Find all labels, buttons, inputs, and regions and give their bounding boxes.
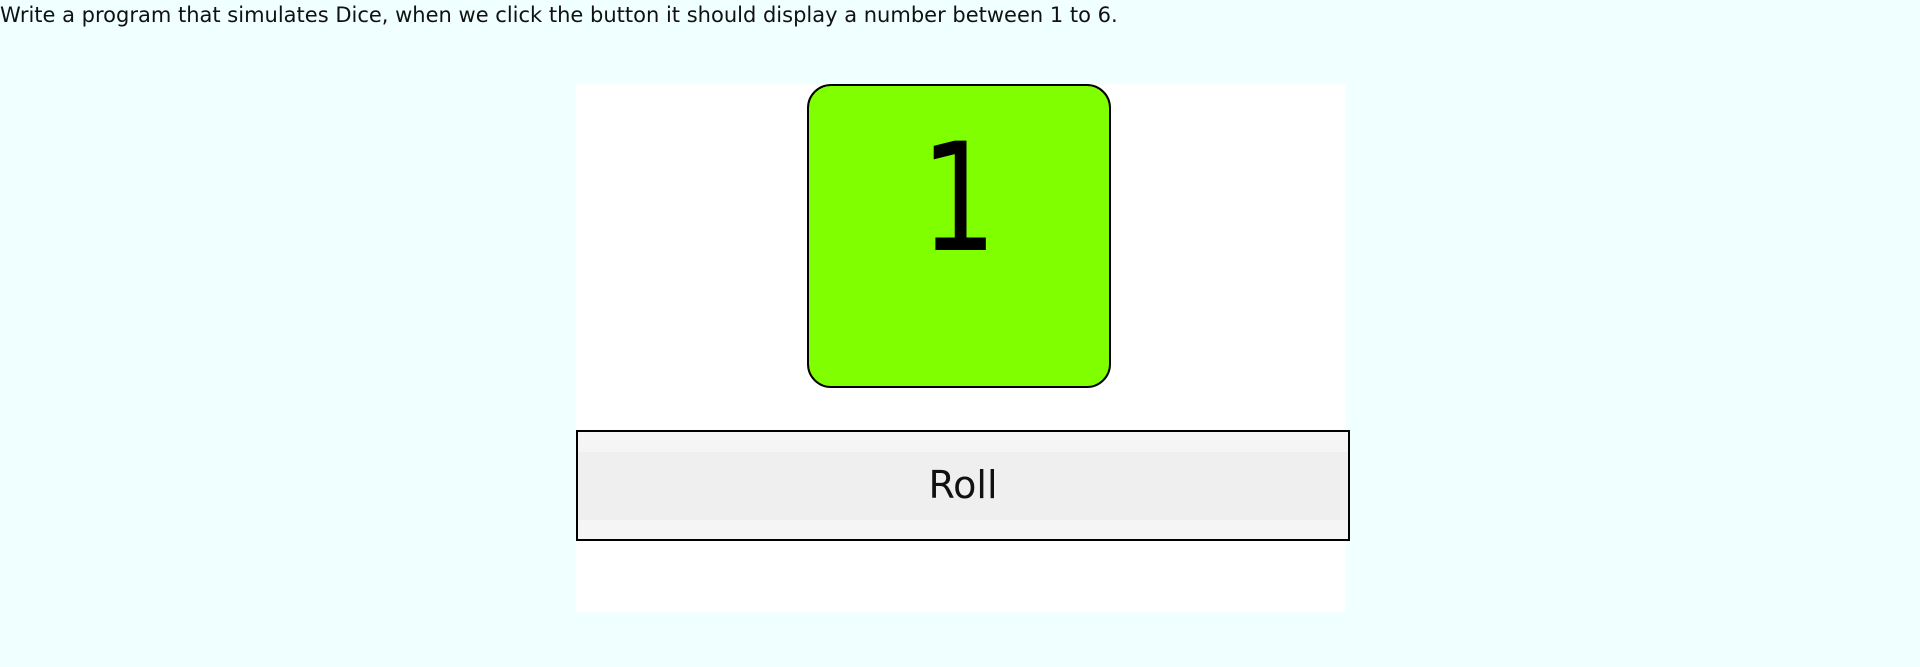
instructions-text: Write a program that simulates Dice, whe… <box>0 3 1118 27</box>
dice-face: 1 <box>807 84 1111 388</box>
roll-button[interactable]: Roll <box>576 430 1350 541</box>
dice-value: 1 <box>920 112 998 286</box>
